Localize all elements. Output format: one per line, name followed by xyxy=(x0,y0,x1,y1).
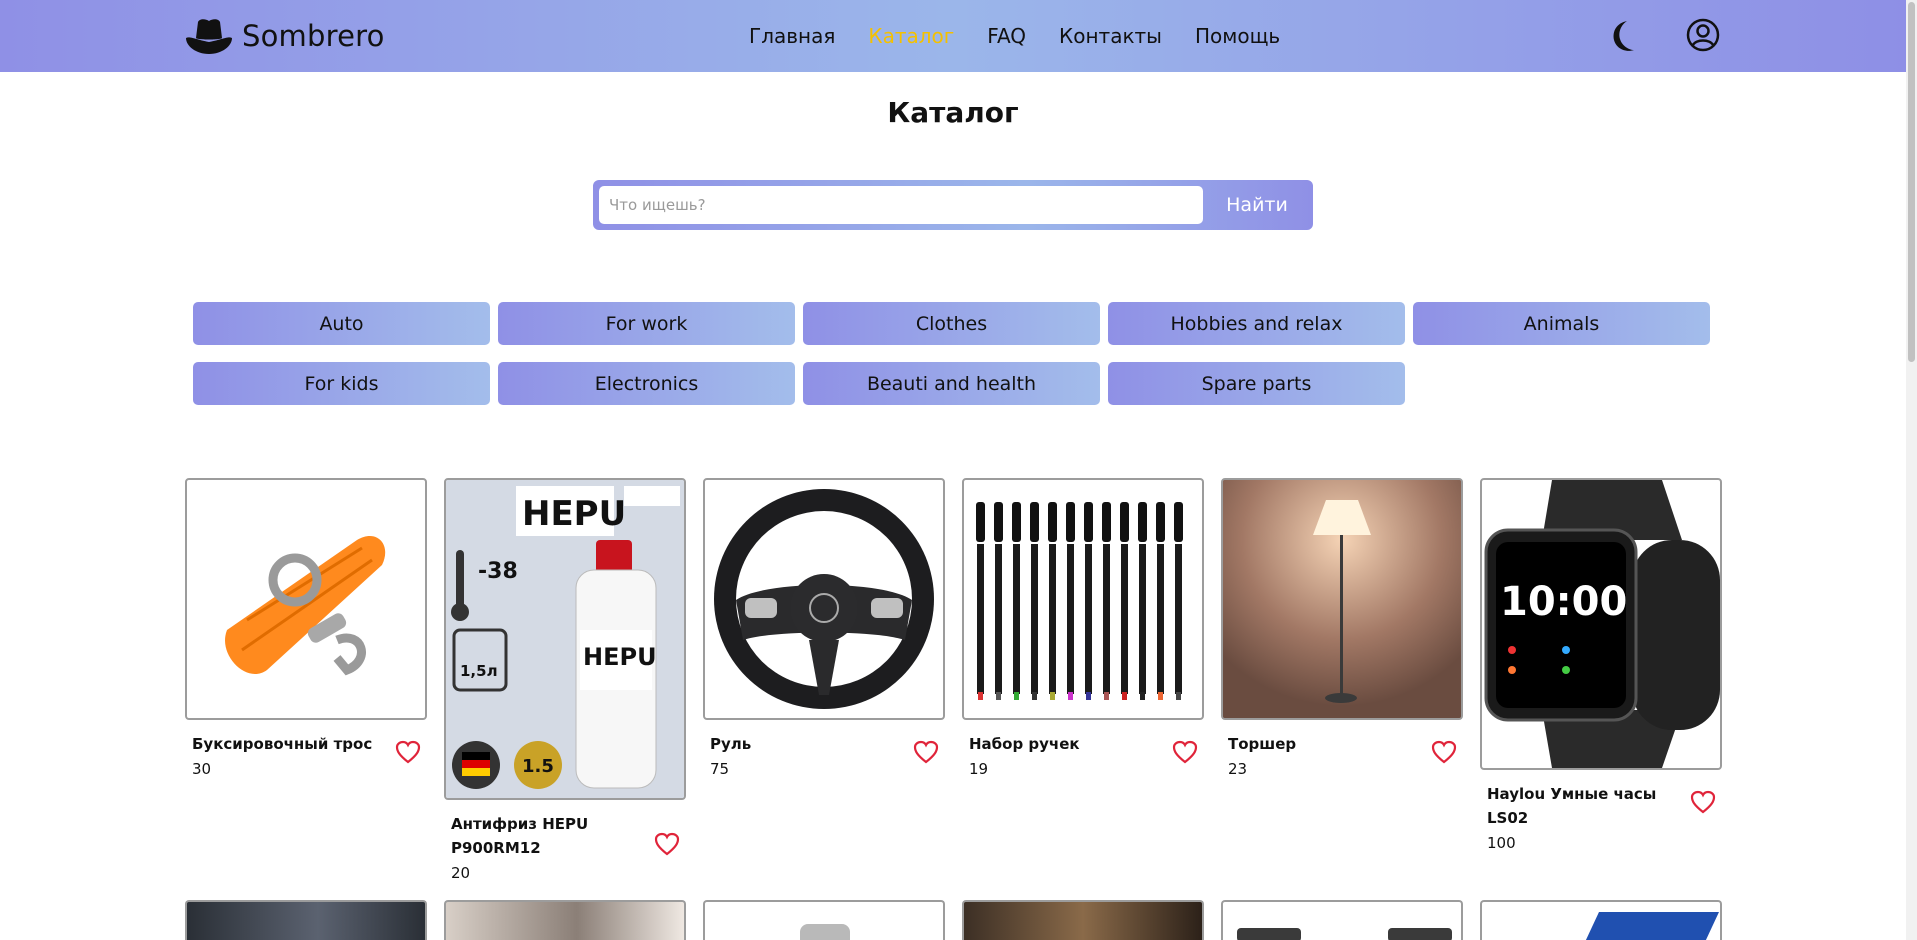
product-image-antifreeze-bottle[interactable]: HEPU HEPU -38 1,5л 1.5 xyxy=(444,478,686,800)
product-image-pen-set[interactable] xyxy=(962,478,1204,720)
svg-text:HEPU: HEPU xyxy=(522,494,626,534)
product-card-partial[interactable] xyxy=(1480,900,1722,940)
heart-icon[interactable] xyxy=(913,740,939,764)
search-input[interactable] xyxy=(599,186,1203,224)
category-auto[interactable]: Auto xyxy=(193,302,490,345)
page-scrollbar[interactable] xyxy=(1906,0,1917,940)
nav-contacts[interactable]: Контакты xyxy=(1059,22,1162,50)
svg-text:10:00: 10:00 xyxy=(1500,579,1627,625)
product-price: 30 xyxy=(192,760,212,778)
product-price: 100 xyxy=(1487,834,1516,852)
nav-catalog[interactable]: Каталог xyxy=(868,22,954,50)
page-title: Каталог xyxy=(887,96,1019,129)
product-name[interactable]: Руль xyxy=(710,732,900,756)
hat-logo-icon xyxy=(186,19,232,54)
product-image-smart-watch[interactable]: 10:00 xyxy=(1480,478,1722,770)
nav-home[interactable]: Главная xyxy=(749,22,835,50)
heart-icon[interactable] xyxy=(1431,740,1457,764)
product-card[interactable]: Торшер 23 xyxy=(1221,478,1463,778)
product-card[interactable]: 10:00 Haylou Умные часы LS02 100 xyxy=(1480,478,1722,852)
product-card[interactable]: Буксировочный трос 30 xyxy=(185,478,427,778)
product-card-partial[interactable] xyxy=(444,900,686,940)
category-hobbies[interactable]: Hobbies and relax xyxy=(1108,302,1405,345)
brand-name: Sombrero xyxy=(242,19,385,53)
heart-icon[interactable] xyxy=(1690,790,1716,814)
nav-help[interactable]: Помощь xyxy=(1195,22,1280,50)
main-nav: Главная Каталог FAQ Контакты Помощь xyxy=(749,22,1280,50)
product-name[interactable]: Торшер xyxy=(1228,732,1418,756)
heart-icon[interactable] xyxy=(1172,740,1198,764)
product-name[interactable]: Буксировочный трос xyxy=(192,732,382,756)
product-card-partial[interactable] xyxy=(962,900,1204,940)
category-spare-parts[interactable]: Spare parts xyxy=(1108,362,1405,405)
svg-text:HEPU: HEPU xyxy=(583,643,657,671)
category-beauty-health[interactable]: Beauti and health xyxy=(803,362,1100,405)
product-name[interactable]: Haylou Умные часы LS02 xyxy=(1487,782,1687,830)
heart-icon[interactable] xyxy=(395,740,421,764)
moon-icon[interactable] xyxy=(1605,18,1641,54)
search-button[interactable]: Найти xyxy=(1207,186,1307,224)
category-clothes[interactable]: Clothes xyxy=(803,302,1100,345)
product-price: 20 xyxy=(451,864,471,882)
product-image-steering-wheel[interactable] xyxy=(703,478,945,720)
category-for-work[interactable]: For work xyxy=(498,302,795,345)
product-card[interactable]: HEPU HEPU -38 1,5л 1.5 Антифриз HEPU P90… xyxy=(444,478,686,882)
product-card[interactable]: Руль 75 xyxy=(703,478,945,778)
svg-text:1.5: 1.5 xyxy=(522,756,554,777)
top-navbar: Sombrero Главная Каталог FAQ Контакты По… xyxy=(0,0,1906,72)
category-for-kids[interactable]: For kids xyxy=(193,362,490,405)
category-animals[interactable]: Animals xyxy=(1413,302,1710,345)
product-card[interactable]: Набор ручек 19 xyxy=(962,478,1204,778)
product-image-tow-strap[interactable] xyxy=(185,478,427,720)
nav-faq[interactable]: FAQ xyxy=(987,22,1026,50)
svg-text:1,5л: 1,5л xyxy=(460,662,498,680)
product-card-partial[interactable] xyxy=(703,900,945,940)
category-filters: Auto For work Clothes Hobbies and relax … xyxy=(193,302,1713,405)
product-card-partial[interactable] xyxy=(1221,900,1463,940)
product-price: 75 xyxy=(710,760,730,778)
product-price: 19 xyxy=(969,760,989,778)
product-name[interactable]: Антифриз HEPU P900RM12 xyxy=(451,812,641,860)
category-electronics[interactable]: Electronics xyxy=(498,362,795,405)
product-price: 23 xyxy=(1228,760,1248,778)
heart-icon[interactable] xyxy=(654,832,680,856)
scrollbar-thumb[interactable] xyxy=(1908,2,1915,362)
user-icon[interactable] xyxy=(1686,18,1720,52)
product-card-partial[interactable] xyxy=(185,900,427,940)
product-image-floor-lamp[interactable] xyxy=(1221,478,1463,720)
svg-text:-38: -38 xyxy=(478,559,518,584)
brand-logo[interactable]: Sombrero xyxy=(184,14,385,58)
search-bar: Найти xyxy=(593,180,1313,230)
product-name[interactable]: Набор ручек xyxy=(969,732,1159,756)
